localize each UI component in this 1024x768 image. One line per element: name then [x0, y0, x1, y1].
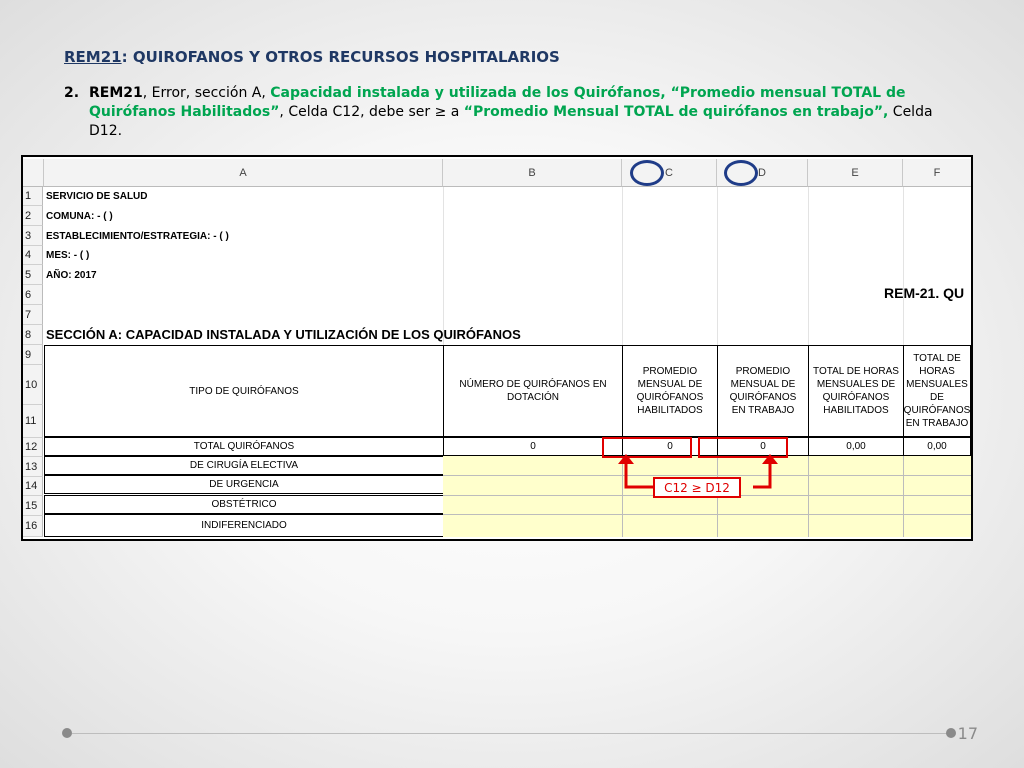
rule-part-4: , Celda C12, debe ser ≥ a	[279, 104, 464, 120]
info-anio: AÑO: 2017	[46, 270, 97, 281]
row-header-12: 12	[23, 438, 43, 457]
title-code: REM21	[64, 48, 122, 66]
header-promedio-habilitados: PROMEDIO MENSUAL DE QUIRÓFANOS HABILITAD…	[622, 345, 718, 437]
total-label: TOTAL QUIRÓFANOS	[44, 437, 444, 456]
header-horas-trabajo: TOTAL DE HORAS MENSUALES DE QUIRÓFANOS E…	[903, 345, 971, 437]
col-header-a: A	[44, 159, 443, 187]
row-urgencia: DE URGENCIA	[44, 475, 444, 494]
info-comuna: COMUNA: - ( )	[46, 211, 113, 222]
header-tipo: TIPO DE QUIRÓFANOS	[44, 345, 444, 437]
info-mes: MES: - ( )	[46, 250, 90, 261]
spreadsheet-screenshot: A B C D E F 1 2 3 4 5 6 7 8 9 10 11 12 1…	[21, 155, 973, 541]
row-header-13: 13	[23, 457, 43, 477]
circle-col-c	[630, 160, 664, 186]
row-header-2: 2	[23, 206, 43, 226]
row-header-3: 3	[23, 226, 43, 246]
rule-number: 2.	[64, 85, 80, 101]
title-rest: : QUIROFANOS Y OTROS RECURSOS HOSPITALAR…	[121, 48, 560, 66]
header-numero: NÚMERO DE QUIRÓFANOS EN DOTACIÓN	[443, 345, 623, 437]
col-header-f: F	[903, 159, 971, 187]
rem-title: REM-21. QU	[884, 285, 965, 301]
col-header-e: E	[808, 159, 903, 187]
slide-title: REM21: QUIROFANOS Y OTROS RECURSOS HOSPI…	[64, 48, 560, 66]
info-servicio: SERVICIO DE SALUD	[46, 191, 148, 202]
row-header-10: 10	[23, 365, 43, 405]
corner-cell	[23, 159, 44, 187]
row-cirugia-electiva: DE CIRUGÍA ELECTIVA	[44, 456, 444, 475]
row-obstetrico: OBSTÉTRICO	[44, 495, 444, 514]
rule-part-2: , Error, sección A,	[142, 85, 271, 101]
row-header-4: 4	[23, 246, 43, 265]
header-promedio-trabajo: PROMEDIO MENSUAL DE QUIRÓFANOS EN TRABAJ…	[717, 345, 809, 437]
comparison-label: C12 ≥ D12	[653, 477, 741, 498]
header-horas-habilitados: TOTAL DE HORAS MENSUALES DE QUIRÓFANOS H…	[808, 345, 904, 437]
row-header-16: 16	[23, 516, 43, 537]
rule-code: REM21	[89, 85, 143, 101]
row-header-11: 11	[23, 405, 43, 438]
info-establecimiento: ESTABLECIMIENTO/ESTRATEGIA: - ( )	[46, 231, 229, 242]
col-header-b: B	[443, 159, 622, 187]
row-header-14: 14	[23, 477, 43, 496]
total-numero: 0	[443, 437, 623, 456]
row-header-5: 5	[23, 265, 43, 285]
circle-col-d	[724, 160, 758, 186]
nav-dot-right	[946, 728, 956, 738]
section-title: SECCIÓN A: CAPACIDAD INSTALADA Y UTILIZA…	[46, 327, 521, 342]
nav-line	[72, 733, 948, 734]
row-header-7: 7	[23, 305, 43, 325]
row-header-1: 1	[23, 187, 43, 206]
row-header-6: 6	[23, 285, 43, 305]
row-header-15: 15	[23, 496, 43, 516]
total-horas-habilitados: 0,00	[808, 437, 904, 456]
row-header-9: 9	[23, 345, 43, 365]
row-indiferenciado: INDIFERENCIADO	[44, 514, 444, 537]
rule-text: 2. REM21, Error, sección A, Capacidad in…	[64, 84, 954, 141]
page-number: 17	[957, 724, 978, 743]
nav-dot-left	[62, 728, 72, 738]
row-header-8: 8	[23, 325, 43, 345]
total-horas-trabajo: 0,00	[903, 437, 971, 456]
rule-part-5: “Promedio Mensual TOTAL de quirófanos en…	[463, 104, 889, 120]
